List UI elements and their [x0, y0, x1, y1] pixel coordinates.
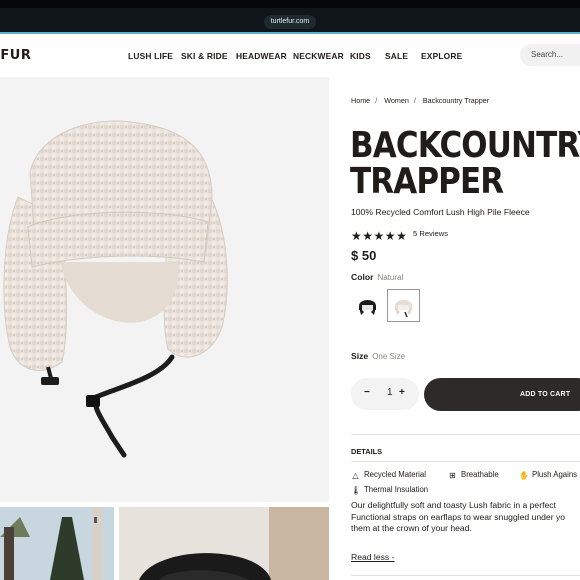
nav-explore[interactable]: EXPLORE	[421, 51, 462, 61]
color-value: Natural	[377, 273, 404, 282]
thermometer-icon: 🌡	[351, 486, 362, 495]
read-less-link[interactable]: Read less -	[351, 552, 394, 562]
feature-label: Recycled Material	[364, 470, 426, 479]
star-icon: ★	[362, 229, 374, 243]
black-hat-icon	[359, 300, 376, 315]
recycle-icon: △	[352, 471, 359, 480]
site-header: E FUR LUSH LIFE SKI & RIDE HEADWEAR NECK…	[0, 36, 580, 76]
star-icon: ★	[384, 229, 396, 243]
url-bar[interactable]: turtlefur.com	[264, 15, 316, 29]
quantity-value: 1	[387, 387, 393, 398]
rating-stars[interactable]: ★★★★★	[351, 227, 407, 243]
product-title-line2: TRAPPER	[350, 161, 504, 202]
nav-neckwear[interactable]: NECKWEAR	[293, 51, 344, 61]
nav-sale[interactable]: SALE	[385, 51, 408, 61]
size-value[interactable]: One Size	[372, 352, 405, 361]
feature-breathable: ⊞ Breathable	[448, 470, 499, 480]
swatch-natural[interactable]	[387, 289, 420, 322]
color-label: Color	[351, 272, 374, 282]
breadcrumb: Home / Women / Backcountry Trapper	[351, 96, 493, 105]
star-icon: ★	[351, 229, 362, 243]
color-label-row: Color Natural	[351, 272, 403, 282]
main-nav: LUSH LIFE SKI & RIDE HEADWEAR NECKWEAR K…	[0, 51, 580, 63]
feature-recycled: △ Recycled Material	[351, 470, 426, 480]
size-label: Size	[351, 351, 369, 361]
lifestyle-photo-2	[119, 507, 329, 580]
star-icon: ★	[396, 229, 407, 243]
product-main-image[interactable]	[0, 77, 329, 502]
feature-plush: ✋ Plush Agains	[519, 470, 577, 480]
breadcrumb-women[interactable]: Women	[384, 96, 409, 105]
breadcrumb-current: Backcountry Trapper	[422, 96, 490, 105]
product-title: BACKCOUNTRY TRAPPER	[350, 125, 580, 202]
description-line: Our delightfully soft and toasty Lush fa…	[351, 500, 556, 510]
browser-top-strip	[0, 0, 580, 8]
increase-quantity-button[interactable]: +	[399, 387, 405, 398]
reviews-link[interactable]: 5 Reviews	[413, 229, 448, 238]
nav-headwear[interactable]: HEADWEAR	[236, 51, 287, 61]
search-input[interactable]: Search...	[520, 44, 580, 66]
description-line: them at the crown of your head.	[351, 523, 472, 534]
grid-icon: ⊞	[449, 471, 456, 480]
nav-lush-life[interactable]: LUSH LIFE	[128, 51, 173, 61]
quantity-stepper[interactable]: − 1 +	[351, 378, 419, 410]
nav-kids[interactable]: KIDS	[350, 51, 371, 61]
product-title-line1: BACKCOUNTRY	[350, 125, 580, 166]
product-price: $ 50	[351, 248, 377, 263]
description-line: Functional straps on earflaps to wear sn…	[351, 511, 566, 522]
product-subtitle: 100% Recycled Comfort Lush High Pile Fle…	[351, 207, 530, 217]
feature-thermal: 🌡 Thermal Insulation	[351, 485, 428, 495]
size-label-row: Size One Size	[351, 351, 405, 361]
breadcrumb-home[interactable]: Home	[351, 96, 370, 105]
details-heading[interactable]: DETAILS	[351, 447, 382, 456]
product-thumbnail-2[interactable]	[119, 507, 329, 580]
product-description: Our delightfully soft and toasty Lush fa…	[351, 500, 580, 535]
divider	[351, 434, 580, 435]
star-icon: ★	[373, 229, 385, 243]
breadcrumb-separator: /	[413, 96, 416, 105]
trapper-hat-illustration	[3, 120, 228, 458]
divider	[351, 575, 580, 576]
feature-label: Breathable	[461, 470, 499, 479]
breadcrumb-separator: /	[375, 96, 378, 105]
feature-label: Plush Agains	[532, 470, 578, 479]
natural-hat-icon	[395, 300, 412, 318]
add-to-cart-button[interactable]: ADD TO CART	[424, 378, 580, 411]
divider	[351, 461, 580, 462]
hand-icon: ✋	[519, 471, 529, 480]
browser-bar: turtlefur.com	[0, 0, 580, 34]
lifestyle-photo-1	[0, 507, 114, 580]
swatch-black[interactable]	[351, 289, 384, 322]
feature-label: Thermal Insulation	[364, 485, 429, 494]
product-thumbnail-1[interactable]	[0, 507, 114, 580]
decrease-quantity-button[interactable]: −	[364, 387, 370, 398]
nav-ski-ride[interactable]: SKI & RIDE	[181, 51, 228, 61]
